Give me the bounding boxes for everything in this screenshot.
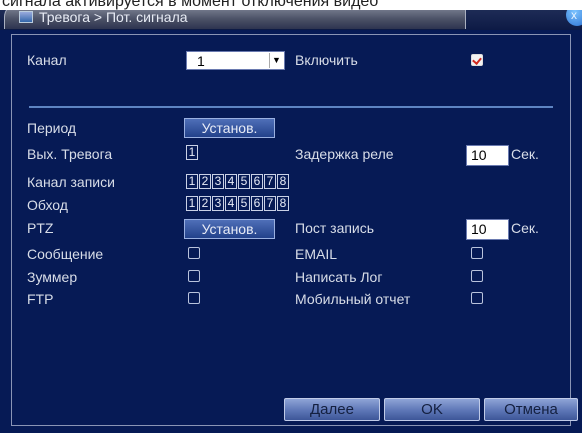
relay-delay-input[interactable]: 10 bbox=[466, 145, 509, 166]
record-channel-box[interactable]: 7 bbox=[264, 174, 276, 189]
alarm-icon bbox=[19, 11, 33, 23]
ok-button[interactable]: OK bbox=[384, 398, 480, 421]
chevron-down-icon[interactable]: ▼ bbox=[269, 53, 283, 68]
tour-box[interactable]: 2 bbox=[199, 196, 211, 211]
relay-delay-unit: Сек. bbox=[511, 146, 539, 162]
record-channel-label: Канал записи bbox=[27, 174, 115, 190]
write-log-label: Написать Лог bbox=[295, 269, 383, 285]
record-channel-box[interactable]: 3 bbox=[212, 174, 224, 189]
tour-label: Обход bbox=[27, 197, 68, 213]
tour-box[interactable]: 4 bbox=[225, 196, 237, 211]
channel-select[interactable]: 1 ▼ bbox=[186, 51, 285, 70]
record-channel-box[interactable]: 6 bbox=[251, 174, 263, 189]
alarm-dialog: Тревога > Пот. сигнала x Канал 1 ▼ Включ… bbox=[0, 0, 582, 433]
ptz-label: PTZ bbox=[27, 220, 54, 236]
enable-checkbox[interactable] bbox=[471, 54, 483, 66]
record-channel-box[interactable]: 1 bbox=[186, 174, 198, 189]
buzzer-label: Зуммер bbox=[27, 269, 78, 285]
tour-box[interactable]: 6 bbox=[251, 196, 263, 211]
post-record-label: Пост запись bbox=[295, 220, 375, 236]
record-channel-box[interactable]: 8 bbox=[277, 174, 289, 189]
message-checkbox[interactable] bbox=[188, 247, 200, 259]
tour-box[interactable]: 5 bbox=[238, 196, 250, 211]
buzzer-checkbox[interactable] bbox=[188, 270, 200, 282]
cancel-button[interactable]: Отмена bbox=[484, 398, 578, 421]
channel-label: Канал bbox=[27, 52, 67, 68]
mobile-report-label: Мобильный отчет bbox=[295, 291, 411, 307]
write-log-checkbox[interactable] bbox=[471, 270, 483, 282]
period-label: Период bbox=[27, 120, 77, 136]
message-label: Сообщение bbox=[27, 246, 104, 262]
relay-delay-label: Задержка реле bbox=[295, 146, 394, 162]
record-channel-box[interactable]: 5 bbox=[238, 174, 250, 189]
period-set-button[interactable]: Установ. bbox=[184, 118, 275, 138]
top-caption-text: сигнала активируется в момент отключения… bbox=[2, 0, 379, 10]
tour-box[interactable]: 1 bbox=[186, 196, 198, 211]
tour-box[interactable]: 3 bbox=[212, 196, 224, 211]
ftp-checkbox[interactable] bbox=[188, 292, 200, 304]
post-record-input[interactable]: 10 bbox=[466, 219, 509, 240]
tour-box[interactable]: 8 bbox=[277, 196, 289, 211]
record-channel-box[interactable]: 4 bbox=[225, 174, 237, 189]
mobile-report-checkbox[interactable] bbox=[471, 292, 483, 304]
post-record-unit: Сек. bbox=[511, 220, 539, 236]
ptz-set-button[interactable]: Установ. bbox=[184, 219, 275, 239]
email-checkbox[interactable] bbox=[471, 247, 483, 259]
ftp-label: FTP bbox=[27, 291, 54, 307]
tour-box[interactable]: 7 bbox=[264, 196, 276, 211]
enable-label: Включить bbox=[295, 52, 358, 68]
top-caption: сигнала активируется в момент отключения… bbox=[0, 0, 582, 10]
separator bbox=[29, 106, 553, 108]
record-channel-box[interactable]: 2 bbox=[199, 174, 211, 189]
alarm-out-label: Вых. Тревога bbox=[27, 146, 113, 162]
breadcrumb: Тревога > Пот. сигнала bbox=[39, 9, 188, 25]
next-button[interactable]: Далее bbox=[284, 398, 380, 421]
email-label: EMAIL bbox=[295, 246, 338, 262]
alarm-out-box[interactable]: 1 bbox=[186, 145, 198, 160]
channel-value: 1 bbox=[197, 53, 205, 69]
